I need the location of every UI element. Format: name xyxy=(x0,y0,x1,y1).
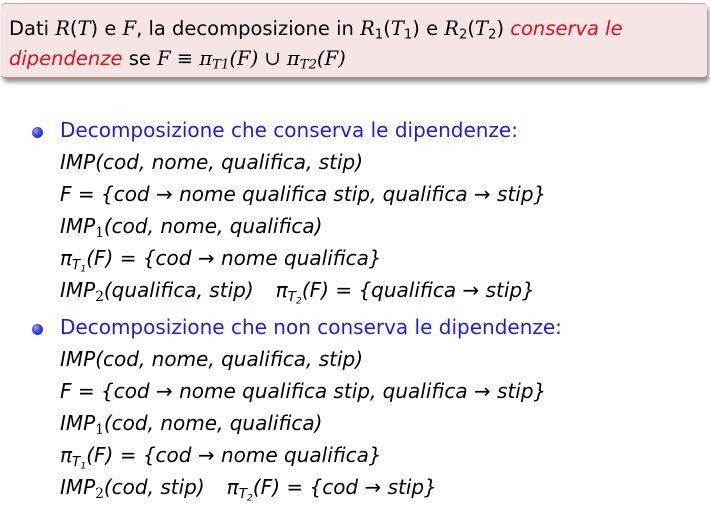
bullet-icon xyxy=(32,324,43,335)
bullet-icon xyxy=(32,127,43,138)
math-symbol: T xyxy=(475,17,489,40)
math-formula: F ≡ π xyxy=(157,47,213,70)
section-2-r1: IMP1(cod, nome, qualifica) xyxy=(60,409,322,437)
math-subscript: 2 xyxy=(95,485,104,502)
relation-name: IMP xyxy=(60,411,96,435)
math-formula: (F) = {cod → nome qualifica} xyxy=(86,246,382,270)
math-symbol: ) xyxy=(412,17,420,40)
section-1-r1: IMP1(cod, nome, qualifica) xyxy=(60,212,322,240)
math-symbol: T xyxy=(77,17,91,40)
text-fragment: e xyxy=(419,17,445,40)
text-fragment: Dati xyxy=(9,17,56,40)
math-symbol: ( xyxy=(69,17,78,40)
text-fragment: e xyxy=(98,17,123,40)
math-subscript: 1 xyxy=(95,224,104,241)
math-subscript: T xyxy=(238,485,247,502)
section-1-fds: F = {cod → nome qualifica stip, qualific… xyxy=(60,182,547,206)
math-subscript: 1 xyxy=(374,27,384,43)
section-1-heading: Decomposizione che conserva le dipendenz… xyxy=(60,118,518,142)
section-1-relation: IMP(cod, nome, qualifica, stip) xyxy=(60,150,364,174)
math-symbol: π xyxy=(60,246,73,270)
relation-attributes: (cod, nome, qualifica) xyxy=(103,214,323,238)
relation-name: IMP xyxy=(60,278,96,302)
relation-attributes: (cod, stip) xyxy=(103,475,205,499)
math-formula: (F) = {cod → stip} xyxy=(252,475,437,499)
definition-block: Dati R(T) e F, la decomposizione in R1(T… xyxy=(1,3,707,78)
definition-line-1: Dati R(T) e F, la decomposizione in R1(T… xyxy=(9,16,623,42)
math-formula: (F) ∪ π xyxy=(229,47,300,70)
math-subscript: 2 xyxy=(95,288,104,305)
definition-line-2: dipendenze se F ≡ πT1(F) ∪ πT2(F) xyxy=(9,46,346,72)
text-fragment: , la decomposizione in xyxy=(136,17,361,40)
section-1-projection-1: πT1(F) = {cod → nome qualifica} xyxy=(60,244,382,273)
math-subscript: 1 xyxy=(95,421,104,438)
relation-name: IMP xyxy=(60,475,96,499)
math-formula: (F) = {cod → nome qualifica} xyxy=(86,443,382,467)
section-1-r2: IMP2(qualifica, stip) πT2(F) = {qualifica… xyxy=(60,276,535,305)
math-symbol: R xyxy=(360,17,375,40)
math-symbol: ) xyxy=(496,17,505,40)
math-formula: (F) = {qualifica → stip} xyxy=(301,278,535,302)
math-symbol: π xyxy=(60,443,73,467)
relation-attributes: (qualifica, stip) xyxy=(103,278,254,302)
math-symbol: π xyxy=(226,475,239,499)
math-subscript: T2 xyxy=(299,57,318,73)
math-symbol: R xyxy=(55,17,70,40)
math-symbol: R xyxy=(444,17,459,40)
math-symbol: F xyxy=(122,17,137,40)
math-symbol: ( xyxy=(467,17,476,40)
section-2-projection-1: πT1(F) = {cod → nome qualifica} xyxy=(60,441,382,470)
math-symbol: ( xyxy=(383,17,391,40)
relation-name: IMP xyxy=(60,214,96,238)
math-subscript: 1 xyxy=(403,27,413,43)
math-formula: (F) xyxy=(317,47,346,70)
section-2-fds: F = {cod → nome qualifica stip, qualific… xyxy=(60,379,547,403)
math-subscript: T1 xyxy=(212,57,230,73)
highlight-text: dipendenze xyxy=(9,47,123,70)
math-symbol: π xyxy=(275,278,288,302)
highlight-text: conserva le xyxy=(504,17,623,40)
section-2-r2: IMP2(cod, stip) πT2(F) = {cod → stip} xyxy=(60,473,437,502)
section-2-relation: IMP(cod, nome, qualifica, stip) xyxy=(60,347,364,371)
slide: Dati R(T) e F, la decomposizione in R1(T… xyxy=(0,0,710,505)
text-fragment: se xyxy=(122,47,158,70)
math-subscript: T xyxy=(287,288,296,305)
math-symbol: ) xyxy=(90,17,99,40)
relation-attributes: (cod, nome, qualifica) xyxy=(103,411,323,435)
section-2-heading: Decomposizione che non conserva le dipen… xyxy=(60,315,562,339)
math-symbol: T xyxy=(390,17,404,40)
